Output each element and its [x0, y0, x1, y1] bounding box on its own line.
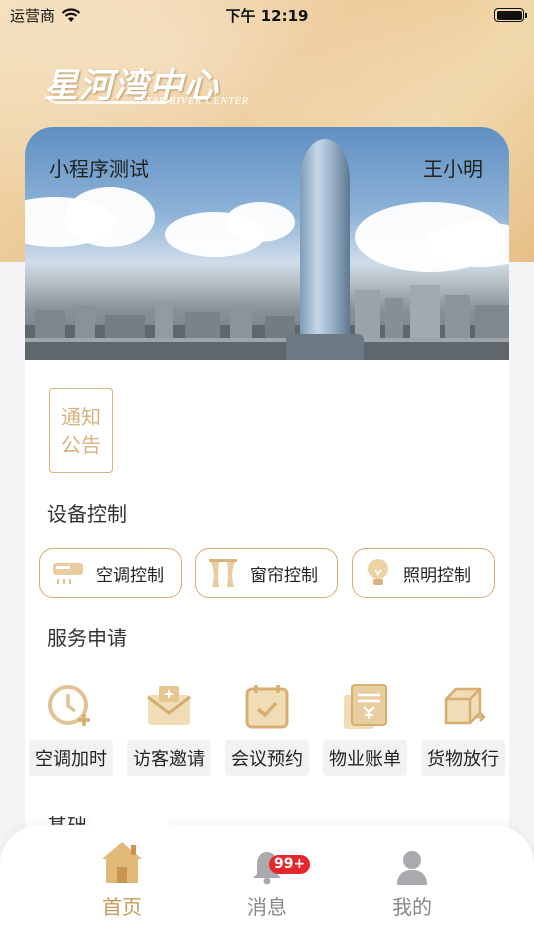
clock-plus-icon [48, 685, 90, 726]
service-meeting-booking[interactable]: 会议预约 [221, 677, 313, 776]
tab-messages-label: 消息 [247, 895, 287, 919]
notice-button[interactable]: 通知 公告 [49, 388, 113, 473]
notice-label-2: 公告 [61, 433, 101, 457]
home-icon [102, 842, 142, 883]
curtain-control-label: 窗帘控制 [250, 565, 318, 586]
light-control-button[interactable]: 照明控制 [352, 548, 495, 598]
brand-logo: 星河湾中心 STAR RIVER CENTER [44, 58, 248, 107]
status-bar: 运营商 下午 12:19 [0, 0, 534, 30]
device-control-heading: 设备控制 [47, 502, 127, 526]
box-out-icon [444, 687, 486, 725]
curtain-control-button[interactable]: 窗帘控制 [195, 548, 338, 598]
service-ac-overtime[interactable]: 空调加时 [25, 677, 117, 776]
service-ac-overtime-label: 空调加时 [29, 740, 113, 776]
user-name[interactable]: 王小明 [423, 153, 483, 182]
calendar-check-icon [245, 685, 289, 729]
service-heading: 服务申请 [47, 626, 127, 650]
user-icon [397, 851, 427, 885]
lightbulb-icon [368, 559, 388, 585]
service-property-bill-label: 物业账单 [323, 740, 407, 776]
tower-illustration [286, 139, 364, 360]
service-visitor-invite[interactable]: 访客邀请 [123, 677, 215, 776]
tab-profile-label: 我的 [392, 895, 432, 919]
envelope-icon [147, 686, 191, 725]
main-card: 小程序测试 王小明 通知 公告 设备控制 空调控制 窗帘控制 照明控制 服务申请 [25, 127, 509, 842]
light-control-label: 照明控制 [403, 565, 471, 586]
ac-control-button[interactable]: 空调控制 [39, 548, 182, 598]
tab-messages[interactable]: 99+ 消息 [227, 835, 311, 920]
tab-bar: 首页 99+ 消息 我的 [0, 797, 534, 950]
notice-label-1: 通知 [61, 405, 101, 429]
curtain-icon [209, 559, 237, 587]
service-goods-release[interactable]: 货物放行 [417, 677, 509, 776]
tab-profile[interactable]: 我的 [372, 835, 452, 920]
city-skyline [25, 285, 509, 360]
ac-control-label: 空调控制 [96, 565, 164, 586]
tab-home[interactable]: 首页 [82, 835, 162, 920]
service-meeting-booking-label: 会议预约 [225, 740, 309, 776]
clock: 下午 12:19 [225, 7, 309, 25]
service-goods-release-label: 货物放行 [421, 740, 505, 776]
message-badge: 99+ [269, 855, 311, 874]
banner-image: 小程序测试 王小明 [25, 127, 509, 360]
service-property-bill[interactable]: 物业账单 [319, 677, 411, 776]
bill-icon [344, 684, 387, 729]
battery-icon [494, 8, 527, 22]
program-title: 小程序测试 [49, 157, 149, 181]
service-visitor-invite-label: 访客邀请 [127, 740, 211, 776]
air-conditioner-icon [53, 563, 83, 584]
tab-home-label: 首页 [102, 895, 142, 919]
logo-text-en: STAR RIVER CENTER [140, 96, 250, 107]
